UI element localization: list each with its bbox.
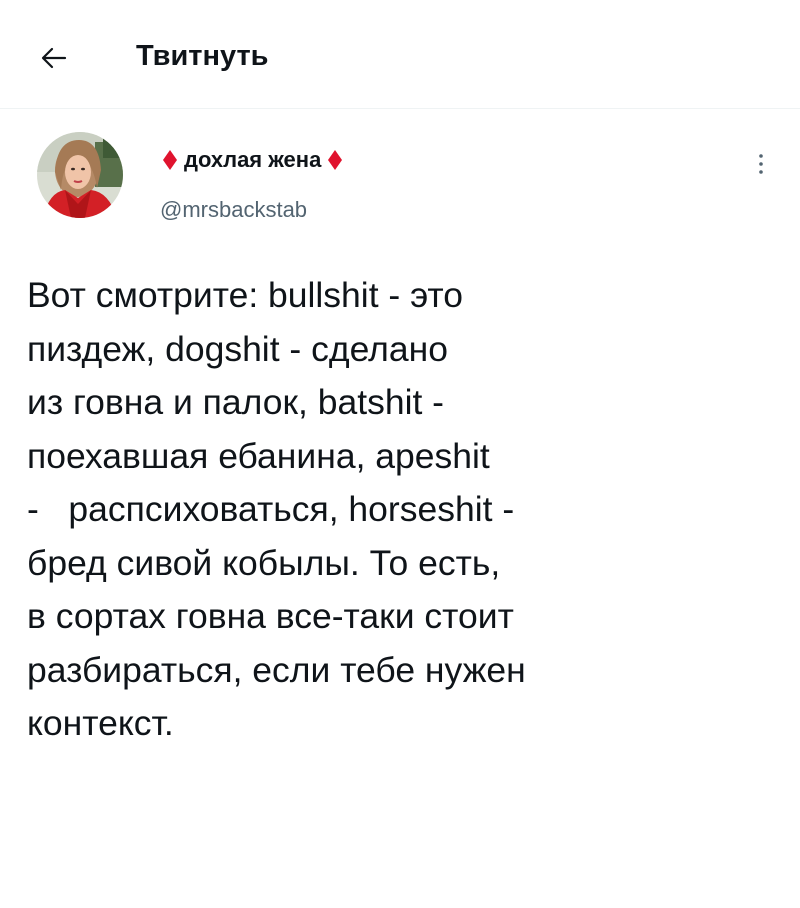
tweet-text-line: пиздеж, dogshit - сделано (27, 328, 448, 369)
tweet-text-line: контекст. (27, 703, 174, 743)
more-options-button[interactable] (746, 149, 776, 179)
author-display-name: дохлая жена (184, 147, 322, 172)
tweet-text-line: в сортах говна все-таки стоит (27, 596, 514, 636)
tweet-text-line: бред сивой кобылы. То есть, (27, 542, 501, 583)
back-button[interactable] (36, 40, 72, 76)
avatar[interactable] (37, 132, 123, 218)
tweet-text-line: поехавшая ебанина, apeshit (27, 435, 490, 476)
author-handle[interactable]: @mrsbackstab (160, 195, 307, 225)
tweet-text-line: из говна и палок, batshit - (27, 382, 445, 422)
avatar-image (37, 132, 123, 218)
tweet-text-line: Вот смотрите: bullshit - это (27, 275, 464, 315)
top-bar: Твитнуть (0, 0, 800, 109)
tweet-text-line: разбираться, если тебе нужен (27, 649, 526, 690)
tweet-text: Вот смотрите: bullshit - это пиздеж, dog… (27, 269, 767, 751)
tweet-text-line: - распсиховаться, horseshit - (27, 489, 515, 529)
author-name-row[interactable]: дохлая жена (163, 145, 343, 175)
page-title: Твитнуть (136, 40, 269, 72)
red-diamond-icon (163, 150, 177, 170)
red-diamond-icon (328, 150, 343, 170)
arrow-left-icon (41, 47, 67, 69)
more-vertical-icon (759, 154, 763, 174)
